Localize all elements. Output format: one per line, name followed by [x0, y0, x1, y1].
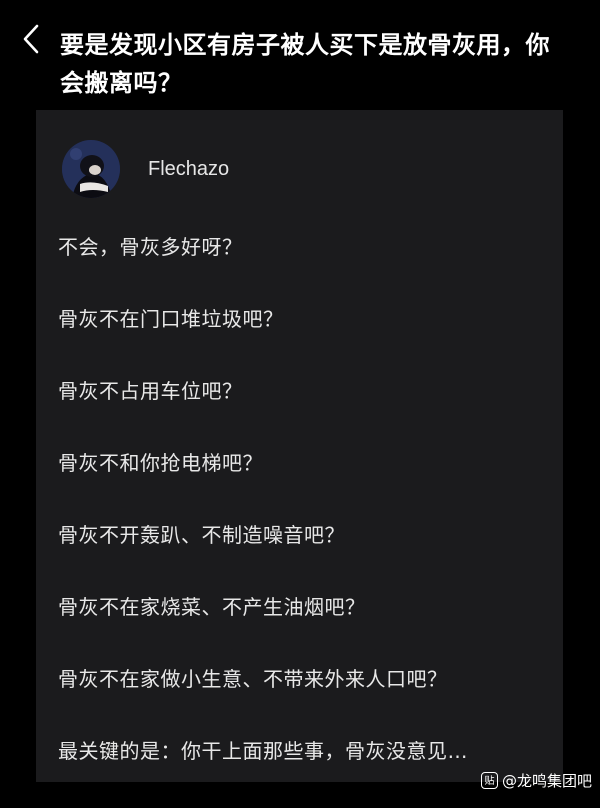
avatar-image	[62, 140, 120, 198]
answer-line: 不会，骨灰多好呀？	[58, 235, 243, 259]
answer-body: 不会，骨灰多好呀？ 骨灰不在门口堆垃圾吧？ 骨灰不占用车位吧？ 骨灰不和你抢电梯…	[58, 232, 468, 808]
watermark: 贴 @龙鸣集团吧	[480, 770, 592, 791]
answer-line: 骨灰不开轰趴、不制造噪音吧？	[58, 523, 345, 547]
answer-line: 骨灰不和你抢电梯吧？	[58, 451, 263, 475]
answer-line: 最关键的是：你干上面那些事，骨灰没意见…	[58, 739, 468, 763]
avatar[interactable]	[62, 140, 120, 198]
tieba-logo-icon: 贴	[480, 772, 498, 789]
answer-line: 骨灰不在家做小生意、不带来外来人口吧？	[58, 667, 448, 691]
answer-line: 骨灰不占用车位吧？	[58, 379, 243, 403]
author-row[interactable]: Flechazo	[62, 140, 229, 198]
answer-line: 骨灰不在家烧菜、不产生油烟吧？	[58, 595, 366, 619]
author-name[interactable]: Flechazo	[148, 158, 229, 181]
answer-card: Flechazo 不会，骨灰多好呀？ 骨灰不在门口堆垃圾吧？ 骨灰不占用车位吧？…	[36, 110, 563, 782]
answer-line: 骨灰不在门口堆垃圾吧？	[58, 307, 284, 331]
chevron-left-icon	[23, 24, 39, 54]
back-button[interactable]	[18, 22, 46, 56]
watermark-text: @龙鸣集团吧	[501, 772, 592, 790]
question-title: 要是发现小区有房子被人买下是放骨灰用，你会搬离吗？	[60, 31, 550, 97]
